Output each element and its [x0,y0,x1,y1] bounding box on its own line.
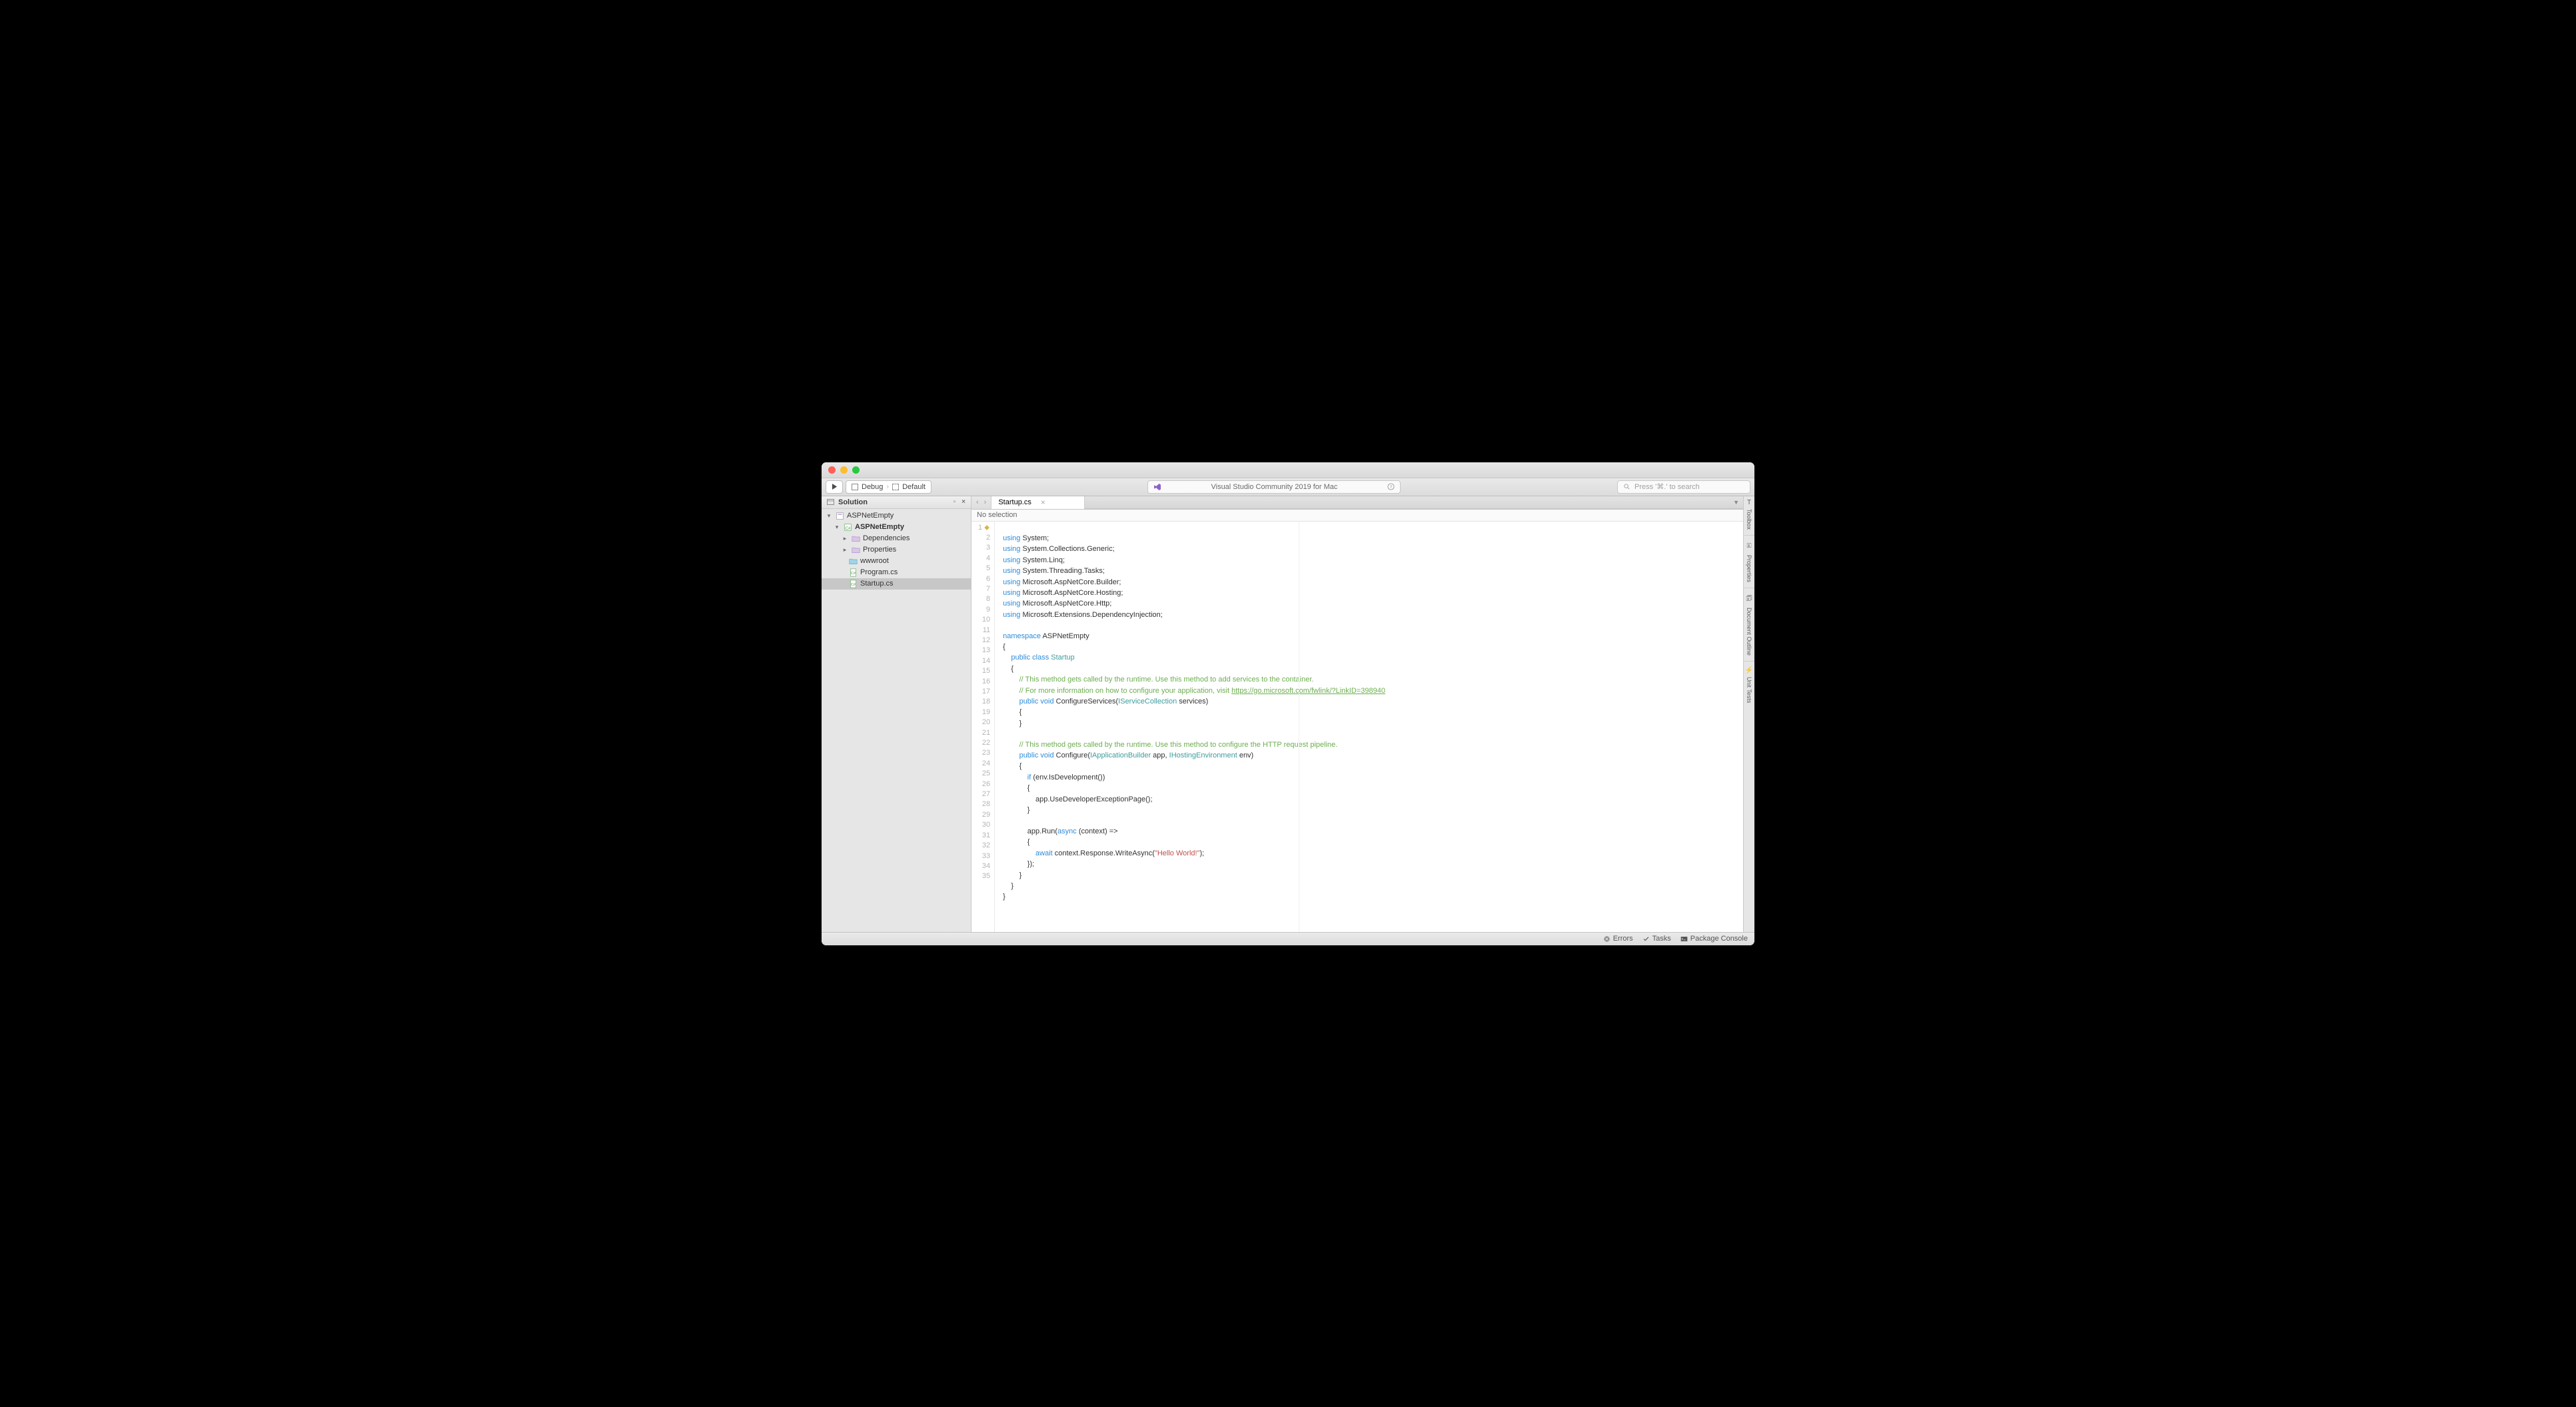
errors-label: Errors [1613,935,1633,943]
code-content[interactable]: using System; using System.Collections.G… [995,522,1743,932]
right-pad-bar: T Toolbox 🗉 Properties 🗊 Document Outline ⚡… [1743,496,1754,932]
svg-text:C#: C# [850,582,856,586]
run-button[interactable] [826,480,843,494]
tests-label: Unit Tests [1746,677,1752,703]
play-icon [832,484,838,490]
outline-label: Document Outline [1746,608,1752,656]
run-config-selector[interactable]: Debug › Default [846,480,932,494]
program-cs-node[interactable]: C# Program.cs [822,567,971,578]
tests-icon: ⚡ [1745,667,1753,674]
editor-tab-bar: ‹ › Startup.cs × ▼ [971,496,1743,510]
disclosure-open-icon[interactable]: ▾ [834,524,840,531]
folder-icon [851,545,860,554]
pad-close-button[interactable]: × [960,498,967,506]
program-cs-label: Program.cs [860,568,898,576]
tasks-status[interactable]: Tasks [1642,935,1671,943]
wwwroot-node[interactable]: wwwroot [822,556,971,567]
folder-icon [851,534,860,543]
solution-pad-title: Solution [838,498,868,506]
search-placeholder: Press '⌘.' to search [1634,482,1700,491]
global-search[interactable]: Press '⌘.' to search [1617,480,1750,494]
tab-nav: ‹ › [971,496,991,509]
titlebar [822,462,1754,478]
minimize-window-button[interactable] [840,466,848,474]
body: Solution ▫ × ▾ ASPNetEmpty ▾ C# ASPNetEm… [822,496,1754,932]
csharp-file-icon: C# [848,568,858,577]
toolbox-icon: T [1747,499,1751,506]
solution-pad-header: Solution ▫ × [822,496,971,509]
tab-overflow-button[interactable]: ▼ [1733,499,1739,506]
wwwroot-label: wwwroot [860,557,889,565]
disclosure-closed-icon[interactable]: ▸ [842,546,848,554]
svg-text:C#: C# [850,571,856,575]
package-console-status[interactable]: Package Console [1680,935,1748,943]
tab-bar-rest: ▼ [1085,496,1743,509]
visual-studio-icon [1153,483,1161,491]
disclosure-closed-icon[interactable]: ▸ [842,535,848,542]
chevron-right-icon: › [886,483,889,491]
solution-label: ASPNetEmpty [847,512,894,520]
csproj-icon: C# [843,522,852,532]
solution-pad-icon [826,498,835,507]
project-node[interactable]: ▾ C# ASPNetEmpty [822,522,971,533]
properties-pad-label: Properties [1746,555,1752,582]
config-icon [852,484,858,490]
editor-tab-startup[interactable]: Startup.cs × [991,496,1085,509]
error-icon [1603,935,1610,943]
package-console-label: Package Console [1690,935,1748,943]
web-folder-icon [848,556,858,566]
code-editor[interactable]: 1⬥2 3 4 5 6 7 8 9 10 11 12 13 14 15 16 1… [971,522,1743,932]
startup-cs-label: Startup.cs [860,580,894,588]
search-icon [1623,483,1630,490]
properties-label: Properties [863,546,896,554]
csharp-file-icon: C# [848,579,858,588]
lightbulb-icon[interactable]: ⬥ [983,523,990,533]
project-label: ASPNetEmpty [855,523,904,531]
config-label: Debug [862,483,883,491]
svg-text:?: ? [1390,485,1393,490]
solution-icon [835,511,844,520]
toolbar: Debug › Default Visual Studio Community … [822,478,1754,496]
breadcrumb-label: No selection [977,511,1017,519]
properties-node[interactable]: ▸ Properties [822,544,971,556]
help-icon[interactable]: ? [1387,483,1395,490]
dependencies-label: Dependencies [863,534,910,542]
check-icon [1642,935,1650,943]
console-icon [1680,935,1688,943]
solution-node[interactable]: ▾ ASPNetEmpty [822,510,971,522]
tab-label: Startup.cs [998,498,1031,506]
errors-status[interactable]: Errors [1603,935,1633,943]
outline-icon: 🗊 [1746,594,1752,605]
close-window-button[interactable] [828,466,836,474]
target-icon [892,484,899,490]
unit-tests-pad-tab[interactable]: ⚡ Unit Tests [1745,662,1753,708]
svg-text:C#: C# [845,526,851,530]
window-controls [822,466,860,474]
toolbox-label: Toolbox [1746,509,1752,530]
editor-area: ‹ › Startup.cs × ▼ No selection 1⬥2 3 4 … [971,496,1743,932]
status-bar: Errors Tasks Package Console [822,932,1754,945]
target-label: Default [902,483,926,491]
solution-pad: Solution ▫ × ▾ ASPNetEmpty ▾ C# ASPNetEm… [822,496,971,932]
properties-pad-tab[interactable]: 🗉 Properties [1746,536,1752,588]
solution-tree: ▾ ASPNetEmpty ▾ C# ASPNetEmpty ▸ Depende… [822,509,971,590]
document-outline-pad-tab[interactable]: 🗊 Document Outline [1746,588,1752,661]
nav-forward-button[interactable]: › [982,498,989,506]
disclosure-open-icon[interactable]: ▾ [826,512,832,520]
pad-options-button[interactable]: ▫ [952,498,958,506]
zoom-window-button[interactable] [852,466,860,474]
startup-cs-node[interactable]: C# Startup.cs [822,578,971,590]
dependencies-node[interactable]: ▸ Dependencies [822,533,971,544]
breadcrumb-bar[interactable]: No selection [971,510,1743,522]
properties-icon: 🗉 [1746,541,1751,552]
ide-window: Debug › Default Visual Studio Community … [822,462,1754,945]
line-gutter: 1⬥2 3 4 5 6 7 8 9 10 11 12 13 14 15 16 1… [971,522,995,932]
toolbox-pad-tab[interactable]: T Toolbox [1746,496,1752,535]
title-display[interactable]: Visual Studio Community 2019 for Mac ? [1147,480,1401,494]
app-title-label: Visual Studio Community 2019 for Mac [1211,483,1337,491]
tasks-label: Tasks [1652,935,1671,943]
nav-back-button[interactable]: ‹ [974,498,981,506]
tab-close-button[interactable]: × [1041,498,1045,507]
